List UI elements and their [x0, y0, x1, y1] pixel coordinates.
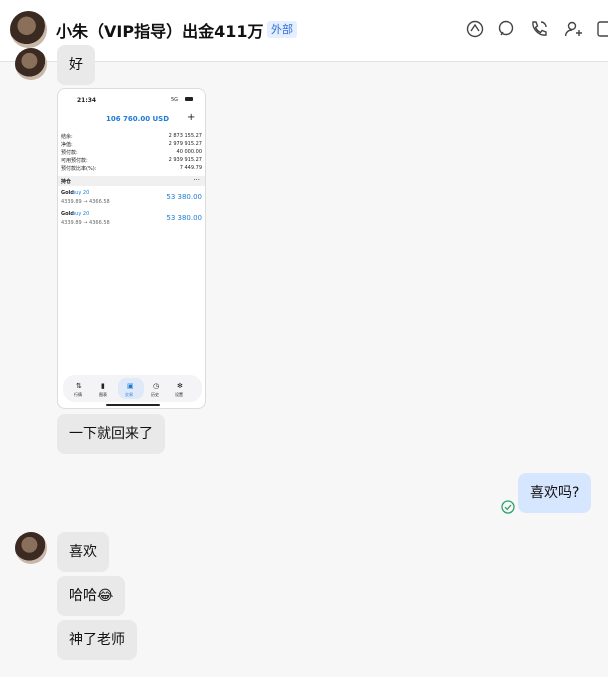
tab-label: 交易 [125, 392, 133, 397]
balance-title: 106 760.00 USD [106, 115, 170, 123]
home-indicator [106, 404, 160, 406]
image-message[interactable]: 21:34 5G 106 760.00 USD + 结余: 2 873 155.… [57, 88, 206, 409]
message-bubble[interactable]: 神了老师 [57, 620, 137, 660]
contact-avatar[interactable] [10, 11, 47, 48]
status-time: 21:34 [77, 97, 97, 104]
sender-avatar[interactable] [15, 48, 47, 80]
message-bubble-partial[interactable]: 好 [57, 45, 95, 85]
position-profit: 53 380.00 [166, 214, 202, 222]
section-bar [58, 176, 205, 186]
external-badge: 外部 [267, 21, 297, 38]
add-contact-icon[interactable] [563, 19, 583, 39]
tab-label: 图表 [99, 392, 107, 397]
history-icon: ◷ [153, 382, 160, 390]
position-side: buy 20 [72, 190, 90, 196]
tab-label: 设置 [175, 392, 183, 397]
chart-icon: ▮ [101, 382, 105, 390]
row-value: 40 000.00 [176, 149, 202, 155]
row-label: 净值: [61, 142, 73, 148]
message-bubble[interactable]: 哈哈😂 [57, 576, 126, 616]
row-value: 2 939 915.27 [168, 157, 202, 163]
position-side: buy 20 [72, 211, 90, 217]
window-icon[interactable] [596, 19, 608, 39]
tab-label: 历史 [151, 392, 159, 397]
row-value: 2 873 155.27 [168, 133, 202, 139]
position-prices: 4339.89 → 4366.58 [61, 220, 110, 226]
row-value: 7 449.79 [179, 165, 202, 171]
moments-icon[interactable] [465, 19, 485, 39]
phone-icon[interactable] [529, 19, 549, 39]
message-bubble[interactable]: 喜欢 [57, 532, 109, 572]
message-list[interactable]: 好 21:34 5G 106 760.00 USD + 结余: 2 873 15… [0, 45, 608, 677]
tab-label: 行情 [74, 392, 82, 397]
position-profit: 53 380.00 [166, 193, 202, 201]
chat-search-icon[interactable] [497, 19, 517, 39]
more-icon: ··· [193, 176, 200, 184]
section-title: 持仓 [61, 179, 72, 185]
read-check-icon [501, 499, 515, 514]
position-prices: 4339.89 → 4366.58 [61, 199, 110, 205]
plus-icon: + [187, 112, 196, 123]
status-signal: 5G [171, 97, 179, 103]
sender-avatar[interactable] [15, 532, 47, 564]
row-value: 2 979 915.27 [168, 141, 202, 147]
row-label: 可用预付款: [61, 158, 88, 164]
chat-title[interactable]: 小朱（VIP指导）出金411万 [56, 18, 263, 42]
settings-icon: ✻ [177, 382, 183, 390]
row-label: 预付款: [61, 150, 78, 156]
message-bubble[interactable]: 一下就回来了 [57, 414, 165, 454]
row-label: 结余: [61, 134, 73, 140]
quotes-icon: ⇅ [76, 382, 82, 390]
message-bubble-self[interactable]: 喜欢吗? [518, 473, 592, 513]
row-label: 预付款比率(%): [61, 166, 97, 172]
battery-icon [185, 97, 193, 101]
trade-icon: ▣ [127, 382, 134, 390]
